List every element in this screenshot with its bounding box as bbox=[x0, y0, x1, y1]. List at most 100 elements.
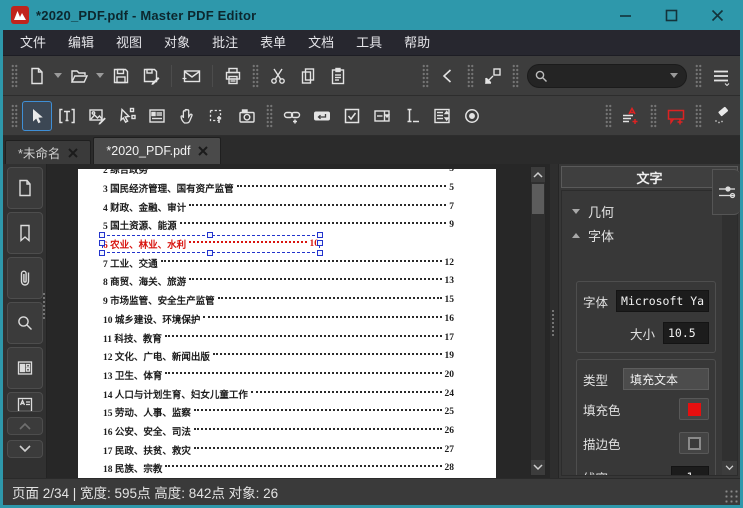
select-object-tool[interactable] bbox=[22, 100, 52, 131]
hand-pan-tool[interactable] bbox=[172, 101, 202, 131]
toc-row[interactable]: 16 公安、安全、司法 26 bbox=[103, 422, 454, 441]
toolbar-grip[interactable] bbox=[650, 103, 657, 128]
search-dropdown-caret[interactable] bbox=[670, 73, 678, 78]
toolbar-grip[interactable] bbox=[252, 63, 259, 88]
attachments-panel-button[interactable] bbox=[6, 257, 43, 299]
fit-window-button[interactable] bbox=[478, 61, 508, 91]
scroll-up-arrow[interactable] bbox=[531, 167, 545, 182]
eraser-tool[interactable] bbox=[706, 101, 736, 131]
tab-close-icon[interactable] bbox=[68, 147, 79, 158]
toc-row[interactable]: 3 国民经济管理、国有资产监管 5 bbox=[103, 179, 454, 198]
tab-2020-pdf[interactable]: *2020_PDF.pdf bbox=[93, 137, 222, 164]
save-button[interactable] bbox=[106, 61, 136, 91]
main-menu-button[interactable] bbox=[706, 61, 736, 91]
callout-annotation-tool[interactable] bbox=[661, 101, 691, 131]
toolbar-grip[interactable] bbox=[605, 103, 612, 128]
text-field-tool[interactable] bbox=[397, 101, 427, 131]
edit-forms-tool[interactable] bbox=[142, 101, 172, 131]
search-box[interactable] bbox=[527, 63, 687, 88]
menu-view[interactable]: 视图 bbox=[105, 30, 153, 55]
menu-annotation[interactable]: 批注 bbox=[201, 30, 249, 55]
section-geometry[interactable]: 几何 bbox=[572, 199, 718, 223]
checkbox-field-tool[interactable] bbox=[337, 101, 367, 131]
properties-flyout-tab[interactable] bbox=[712, 169, 740, 215]
text-annotation-tool[interactable] bbox=[616, 101, 646, 131]
resize-grip[interactable] bbox=[724, 489, 738, 503]
toolbar-grip[interactable] bbox=[695, 63, 702, 88]
stroke-color-button[interactable] bbox=[679, 432, 709, 454]
search-input[interactable] bbox=[548, 68, 668, 83]
toc-row[interactable]: 10 城乡建设、环境保护 16 bbox=[103, 310, 454, 329]
edit-path-tool[interactable] bbox=[112, 101, 142, 131]
select-region-tool[interactable] bbox=[202, 101, 232, 131]
document-scrollbar[interactable] bbox=[530, 166, 546, 476]
button-field-tool[interactable] bbox=[307, 101, 337, 131]
scrollbar-thumb[interactable] bbox=[532, 184, 544, 214]
selection-handle-ne[interactable] bbox=[317, 232, 323, 239]
print-button[interactable] bbox=[218, 61, 248, 91]
edit-image-tool[interactable] bbox=[82, 101, 112, 131]
section-font[interactable]: 字体 bbox=[572, 223, 718, 247]
form-fields-panel-button[interactable] bbox=[6, 347, 43, 389]
tab-untitled[interactable]: *未命名 bbox=[5, 140, 92, 164]
selection-handle-n[interactable] bbox=[207, 232, 213, 239]
combobox-field-tool[interactable] bbox=[367, 101, 397, 131]
menu-file[interactable]: 文件 bbox=[9, 30, 57, 55]
toc-row[interactable]: 6 农业、林业、水利 10 bbox=[99, 232, 454, 257]
close-button[interactable] bbox=[694, 0, 740, 30]
new-document-button[interactable] bbox=[22, 61, 52, 91]
paste-button[interactable] bbox=[323, 61, 353, 91]
search-panel-button[interactable] bbox=[6, 302, 43, 344]
tab-close-icon[interactable] bbox=[198, 146, 209, 156]
snapshot-tool[interactable] bbox=[232, 101, 262, 131]
panel-scrollbar[interactable] bbox=[722, 191, 737, 475]
cut-button[interactable] bbox=[263, 61, 293, 91]
panel-splitter-grip[interactable] bbox=[551, 309, 556, 337]
toc-row[interactable]: 2 综合政务 3 bbox=[103, 169, 454, 179]
minimize-button[interactable] bbox=[602, 0, 648, 30]
selection-handle-nw[interactable] bbox=[99, 232, 105, 239]
fill-color-button[interactable] bbox=[679, 398, 709, 420]
toc-row[interactable]: 12 文化、广电、新闻出版 19 bbox=[103, 347, 454, 366]
selection-handle-w[interactable] bbox=[99, 240, 105, 247]
scroll-down-arrow[interactable] bbox=[531, 460, 545, 475]
selection-handle-s[interactable] bbox=[207, 250, 213, 257]
radio-field-tool[interactable] bbox=[457, 101, 487, 131]
email-button[interactable] bbox=[177, 61, 207, 91]
panel-scroll-down-arrow[interactable] bbox=[722, 461, 737, 475]
toc-row[interactable]: 7 工业、交通 12 bbox=[103, 253, 454, 272]
selection-handle-se[interactable] bbox=[317, 250, 323, 257]
toc-row[interactable]: 14 人口与计划生育、妇女儿童工作 24 bbox=[103, 384, 454, 403]
toc-row[interactable]: 15 劳动、人事、监察 25 bbox=[103, 403, 454, 422]
edit-text-tool[interactable] bbox=[52, 101, 82, 131]
line-width-input[interactable] bbox=[671, 466, 709, 475]
toc-row[interactable]: 5 国土资源、能源 9 bbox=[103, 216, 454, 235]
new-document-dropdown-caret[interactable] bbox=[54, 73, 62, 78]
bookmarks-panel-button[interactable] bbox=[6, 212, 43, 254]
menu-edit[interactable]: 编辑 bbox=[57, 30, 105, 55]
font-name-input[interactable] bbox=[616, 290, 709, 312]
panel-splitter[interactable] bbox=[550, 164, 558, 478]
back-button[interactable] bbox=[433, 61, 463, 91]
open-file-dropdown-caret[interactable] bbox=[96, 73, 104, 78]
toc-row[interactable]: 13 卫生、体育 20 bbox=[103, 366, 454, 385]
menu-document[interactable]: 文档 bbox=[297, 30, 345, 55]
maximize-button[interactable] bbox=[648, 0, 694, 30]
toolbar-grip[interactable] bbox=[512, 63, 519, 88]
toc-row[interactable]: 11 科技、教育 17 bbox=[103, 328, 454, 347]
menu-forms[interactable]: 表单 bbox=[249, 30, 297, 55]
toolbar-grip[interactable] bbox=[11, 103, 18, 128]
sidebar-scroll-up-button[interactable] bbox=[6, 417, 43, 435]
sidebar-scroll-down-button[interactable] bbox=[6, 440, 43, 458]
pdf-page[interactable]: 2 综合政务 3 3 国民经济管理、国有资产监管 5 4 财政、金融、审计 7 5 国土资源… bbox=[78, 169, 496, 478]
toc-row[interactable]: 17 民政、扶贫、救灾 27 bbox=[103, 440, 454, 459]
open-file-button[interactable] bbox=[64, 61, 94, 91]
page-thumbnails-panel-button[interactable] bbox=[6, 167, 43, 209]
font-size-input[interactable] bbox=[663, 322, 709, 344]
selected-text-object[interactable]: 6 农业、林业、水利 10 bbox=[99, 232, 323, 257]
add-link-tool[interactable] bbox=[277, 101, 307, 131]
document-view[interactable]: 2 综合政务 3 3 国民经济管理、国有资产监管 5 4 财政、金融、审计 7 5 国土资源… bbox=[47, 164, 550, 478]
text-type-dropdown[interactable]: 填充文本 bbox=[623, 368, 709, 390]
toolbar-grip[interactable] bbox=[695, 103, 702, 128]
save-as-button[interactable] bbox=[136, 61, 166, 91]
